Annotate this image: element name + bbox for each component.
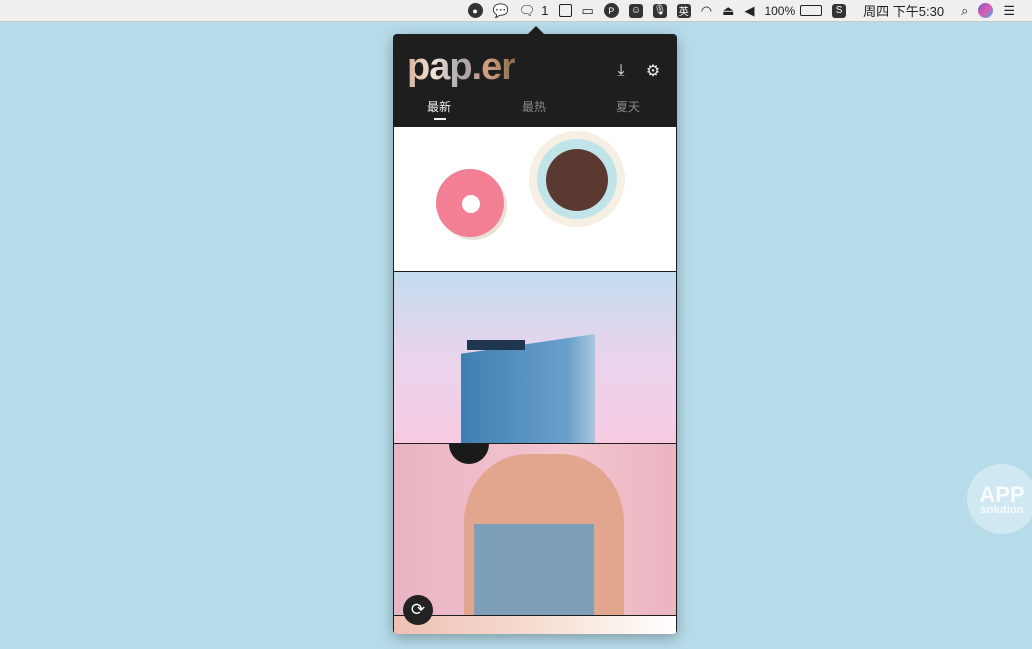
wallpaper-building[interactable] <box>394 272 676 443</box>
settings-gear-icon[interactable]: ⚙ <box>644 62 662 80</box>
chat-bubble-icon[interactable]: 💬 <box>493 0 509 22</box>
input-method-icon[interactable]: 英 <box>676 3 691 18</box>
wechat-count: 1 <box>541 3 549 18</box>
battery-percent[interactable]: 100% <box>764 0 795 22</box>
clock[interactable]: 周四 下午5:30 <box>863 0 944 22</box>
volume-icon[interactable]: ◀ <box>744 0 754 22</box>
wallpaper-partial[interactable] <box>394 616 676 634</box>
notification-center-icon[interactable]: ☰ <box>1003 0 1015 22</box>
face-icon[interactable]: ☺ <box>628 3 643 18</box>
app-logo: pap.er <box>407 46 516 88</box>
paper-popup: pap.er ⤓ ⚙ 最新 最热 夏天 ⟳ <box>393 34 677 634</box>
refresh-icon: ⟳ <box>410 600 426 619</box>
airplay-icon[interactable]: ⏏ <box>722 0 734 22</box>
spotlight-icon[interactable]: ⌕ <box>961 0 968 22</box>
cookie-icon[interactable]: ● <box>467 3 483 18</box>
siri-icon[interactable] <box>978 3 994 18</box>
battery-icon[interactable] <box>800 5 823 16</box>
microphone-icon[interactable]: 🎙 <box>652 3 667 18</box>
tab-latest[interactable]: 最新 <box>427 98 451 120</box>
menu-bar: ● 💬 🗨 1 ▭ P ☺ 🎙 英 ◠ ⏏ ◀ 100% S 周四 下午5:30 … <box>0 0 1032 22</box>
wallpaper-donut-coffee[interactable] <box>394 127 676 271</box>
refresh-button[interactable]: ⟳ <box>403 595 433 625</box>
tab-summer[interactable]: 夏天 <box>616 98 640 115</box>
wallpaper-denim-overalls[interactable] <box>394 444 676 615</box>
tab-popular[interactable]: 最热 <box>522 98 546 115</box>
watermark-line2: solution <box>980 504 1024 516</box>
wechat-icon[interactable]: 🗨 1 <box>519 0 549 22</box>
wifi-icon[interactable]: ◠ <box>701 0 712 22</box>
window-icon[interactable] <box>558 4 572 17</box>
sogou-icon[interactable]: S <box>832 3 847 18</box>
watermark-logo: APP solution <box>967 464 1032 534</box>
paper-app-icon[interactable]: P <box>603 3 619 18</box>
download-icon[interactable]: ⤓ <box>612 62 630 80</box>
display-icon[interactable]: ▭ <box>582 0 594 22</box>
